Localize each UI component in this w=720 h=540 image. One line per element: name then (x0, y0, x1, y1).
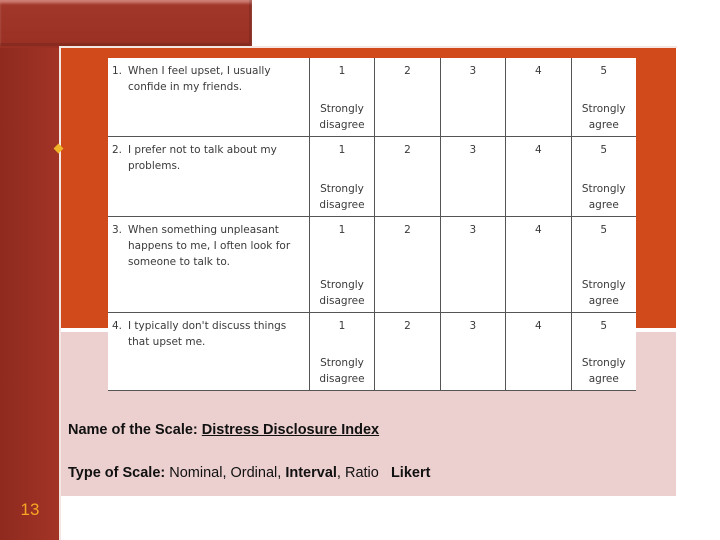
scale-type-option-ratio: Ratio (344, 465, 379, 481)
item-statement: When I feel upset, I usually confide in … (128, 65, 271, 93)
item-statement-cell: 1. When I feel upset, I usually confide i… (108, 58, 310, 137)
option-value: 3 (469, 144, 477, 156)
option-value: 2 (404, 65, 411, 77)
scale-type-option-ordinal: Ordinal (230, 465, 278, 481)
high-anchor-label: Strongly agree (581, 279, 626, 307)
response-option-1[interactable]: 1 Strongly disagree (308, 216, 375, 313)
option-value: 1 (338, 65, 346, 77)
option-value: 3 (469, 65, 477, 77)
item-number: 1. (112, 65, 123, 77)
item-statement: I prefer not to talk about my problems. (128, 144, 277, 172)
option-value: 1 (338, 224, 346, 236)
item-statement-cell: 4. I typically don't discuss things that … (108, 312, 310, 391)
option-value: 2 (404, 224, 411, 236)
response-option-3[interactable]: 3 (439, 312, 506, 391)
response-option-2[interactable]: 2 (374, 216, 441, 313)
option-value: 4 (534, 65, 542, 77)
option-value: 4 (534, 224, 542, 236)
option-value: 4 (534, 320, 542, 332)
response-option-5[interactable]: 5 Strongly agree (570, 136, 636, 217)
item-statement-cell: 3. When something unpleasant happens to m… (108, 216, 310, 313)
high-anchor-label: Strongly agree (581, 357, 626, 385)
item-number: 4. (112, 320, 123, 332)
slide-page-number: 13 (20, 500, 40, 519)
low-anchor-label: Strongly disagree (319, 357, 365, 385)
low-anchor-label: Strongly disagree (319, 183, 365, 211)
left-accent-bar (0, 0, 60, 540)
option-value: 1 (338, 144, 346, 156)
scale-name-label: Name of the Scale: (68, 422, 198, 438)
response-option-4[interactable]: 4 (505, 312, 572, 391)
response-option-1[interactable]: 1 Strongly disagree (308, 58, 375, 137)
response-option-2[interactable]: 2 (374, 58, 441, 137)
response-option-2[interactable]: 2 (374, 312, 441, 391)
response-option-4[interactable]: 4 (505, 216, 572, 313)
item-statement: When something unpleasant happens to me,… (128, 224, 291, 268)
table-row: 4. I typically don't discuss things that … (108, 312, 636, 391)
option-value: 4 (534, 144, 542, 156)
scale-type-option-nominal: Nominal (169, 465, 223, 481)
option-value: 2 (404, 320, 411, 332)
item-statement-cell: 2. I prefer not to talk about my problems… (108, 136, 310, 217)
table-row: 1. When I feel upset, I usually confide i… (108, 58, 636, 137)
response-option-5[interactable]: 5 Strongly agree (570, 216, 636, 313)
option-value: 1 (338, 320, 346, 332)
top-accent-block (0, 0, 252, 46)
item-number: 3. (112, 224, 123, 236)
scale-name-value: Distress Disclosure Index (201, 422, 380, 438)
table-row: 2. I prefer not to talk about my problems… (108, 136, 636, 217)
response-option-5[interactable]: 5 Strongly agree (570, 312, 636, 391)
high-anchor-label: Strongly agree (581, 183, 626, 211)
item-statement: I typically don't discuss things that up… (128, 320, 287, 348)
item-number: 2. (112, 144, 123, 156)
scale-type-options: Nominal, Ordinal, Interval, Ratio (169, 465, 379, 481)
response-option-3[interactable]: 3 (439, 58, 506, 137)
response-option-2[interactable]: 2 (374, 136, 441, 217)
scale-type-extra: Likert (390, 465, 431, 481)
response-option-3[interactable]: 3 (439, 216, 506, 313)
table-row: 3. When something unpleasant happens to m… (108, 216, 636, 313)
option-value: 3 (469, 224, 477, 236)
high-anchor-label: Strongly agree (581, 103, 626, 131)
low-anchor-label: Strongly disagree (319, 279, 365, 307)
option-value: 5 (600, 144, 608, 156)
scale-type-option-interval: Interval (285, 465, 337, 481)
option-value: 2 (404, 144, 411, 156)
scale-name-line: Name of the Scale: Distress Disclosure I… (68, 422, 379, 438)
response-option-1[interactable]: 1 Strongly disagree (308, 136, 375, 217)
response-option-3[interactable]: 3 (439, 136, 506, 217)
response-option-1[interactable]: 1 Strongly disagree (308, 312, 375, 391)
response-option-5[interactable]: 5 Strongly agree (570, 58, 636, 137)
option-value: 5 (600, 224, 608, 236)
scale-type-label: Type of Scale: (68, 465, 166, 481)
scale-type-line: Type of Scale: Nominal, Ordinal, Interva… (68, 465, 430, 481)
option-value: 3 (469, 320, 477, 332)
scale-items-table: 1. When I feel upset, I usually confide i… (108, 58, 636, 391)
top-accent-fill (0, 46, 60, 48)
low-anchor-label: Strongly disagree (319, 103, 365, 131)
separator: , (222, 465, 231, 481)
option-value: 5 (600, 65, 608, 77)
response-option-4[interactable]: 4 (505, 58, 572, 137)
separator: , (336, 465, 345, 481)
response-option-4[interactable]: 4 (505, 136, 572, 217)
option-value: 5 (600, 320, 608, 332)
